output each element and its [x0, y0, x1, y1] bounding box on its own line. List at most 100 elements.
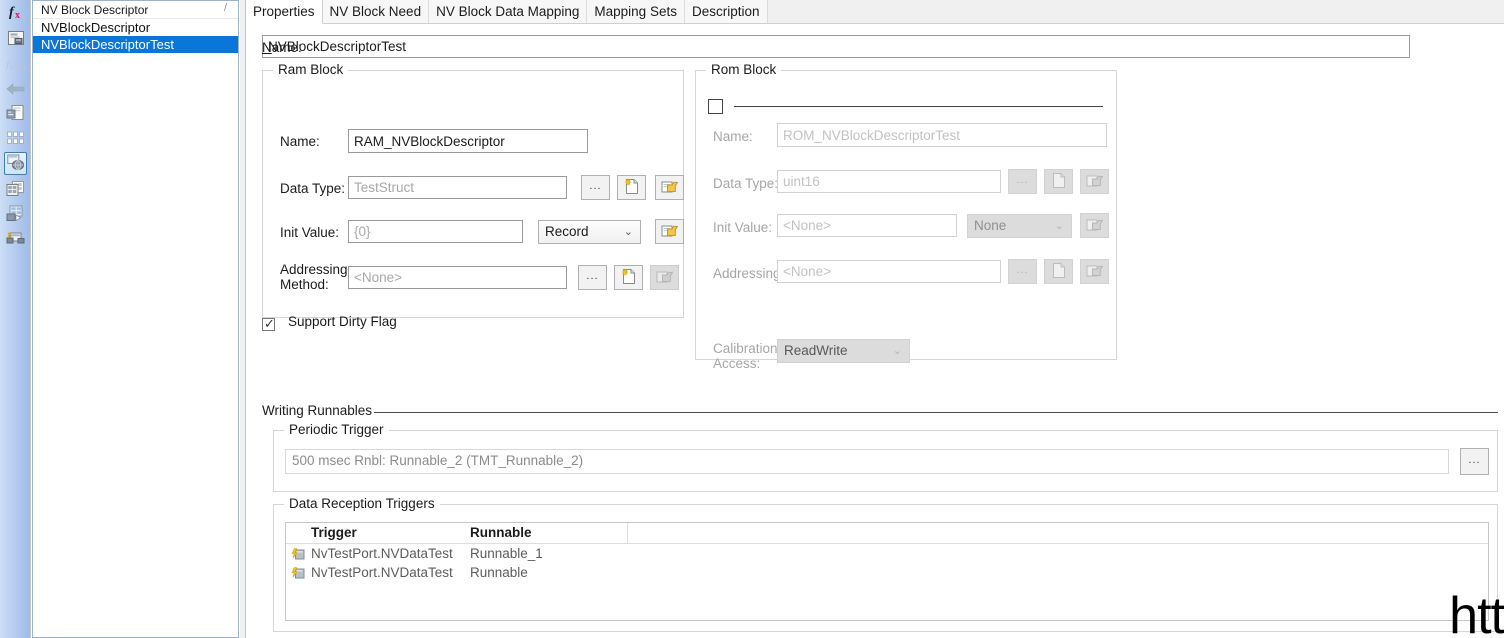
ram-data-type-browse-button[interactable]: ...	[581, 175, 610, 200]
toolbar-button-document-export[interactable]	[4, 103, 27, 126]
support-dirty-flag-checkbox[interactable]: ✓	[262, 316, 275, 331]
rom-init-value-input	[777, 214, 957, 237]
rom-data-type-label: Data Type:	[713, 176, 779, 191]
chevron-down-icon: ⌄	[892, 345, 902, 357]
chevron-down-icon: ⌄	[623, 226, 633, 238]
open-folder-icon	[656, 269, 674, 287]
open-folder-icon	[661, 223, 679, 241]
list-header: NV Block Descriptor /	[33, 1, 238, 19]
writing-runnables-divider	[374, 412, 1498, 413]
ram-addressing-new-button[interactable]	[614, 265, 643, 290]
svg-text:x: x	[9, 63, 13, 72]
rom-calibration-access-text: ReadWrite	[784, 343, 848, 358]
rom-init-value-kind-text: None	[974, 218, 1007, 233]
ram-addressing-open-button	[650, 265, 679, 290]
table-copy-icon	[6, 180, 25, 200]
rom-init-value-open-button	[1080, 213, 1109, 238]
chevron-down-icon: ⌄	[1054, 220, 1064, 232]
ram-addressing-method-input[interactable]	[348, 266, 567, 289]
toolbar-button-table-copy[interactable]	[4, 178, 27, 201]
panel-splitter[interactable]	[239, 0, 246, 638]
toolbar-button-device-connect[interactable]	[4, 228, 27, 251]
column-divider[interactable]	[627, 523, 628, 543]
toolbar-button-table-play[interactable]	[4, 203, 27, 226]
list-item-nvblockdescriptor[interactable]: NVBlockDescriptor	[33, 19, 238, 36]
new-document-icon	[1051, 262, 1067, 282]
list-header-marker-icon: /	[224, 2, 228, 14]
properties-form: Name: Ram Block Name: Data Type: ...	[246, 24, 1504, 638]
trigger-event-icon	[291, 566, 305, 579]
list-item-nvblockdescriptortest[interactable]: NVBlockDescriptorTest	[33, 36, 238, 53]
toolbar-button-function-fx[interactable]: f x	[4, 2, 27, 25]
svg-text:x: x	[15, 10, 20, 21]
ram-init-value-open-button[interactable]	[655, 219, 684, 244]
ram-init-value-input[interactable]	[348, 220, 523, 243]
open-folder-icon	[661, 179, 679, 197]
document-export-icon	[6, 104, 25, 125]
function-chain-icon: f x o f x	[5, 56, 27, 75]
arrow-left-icon	[6, 82, 26, 99]
tab-properties[interactable]: Properties	[246, 0, 323, 24]
table-row[interactable]: NvTestPort.NVDataTest Runnable_1	[286, 544, 1488, 563]
list-header-label: NV Block Descriptor	[41, 3, 149, 17]
toolbar-button-nv-block-descriptor[interactable]	[4, 152, 27, 175]
ram-data-type-open-button[interactable]	[655, 175, 684, 200]
rom-addressing-method-input	[777, 260, 1001, 283]
rom-block-group: Rom Block Name: Data Type: ...	[695, 62, 1117, 371]
toolbar-button-grid-dots[interactable]	[4, 128, 27, 151]
ram-data-type-new-button[interactable]	[617, 175, 646, 200]
rom-block-title: Rom Block	[706, 62, 782, 77]
writing-runnables-title: Writing Runnables	[262, 403, 373, 418]
nv-block-descriptor-list-panel: NV Block Descriptor / NVBlockDescriptor …	[32, 0, 239, 638]
data-reception-triggers-title: Data Reception Triggers	[284, 496, 440, 511]
ram-addressing-browse-button[interactable]: ...	[578, 265, 607, 290]
rom-init-value-label: Init Value:	[713, 220, 773, 235]
rom-block-enable-checkbox[interactable]	[708, 99, 723, 114]
ram-init-value-kind-text: Record	[545, 224, 589, 239]
checkmark-icon: ✓	[264, 316, 275, 331]
ram-data-type-input[interactable]	[348, 176, 567, 199]
new-document-icon	[621, 267, 637, 288]
tab-nv-block-data-mapping[interactable]: NV Block Data Mapping	[429, 0, 588, 23]
support-dirty-flag-label: Support Dirty Flag	[288, 314, 397, 329]
data-reception-triggers-group: Data Reception Triggers Trigger Runnable	[273, 496, 1498, 632]
tab-strip: Properties NV Block Need NV Block Data M…	[246, 0, 1504, 24]
periodic-trigger-browse-button[interactable]: ...	[1460, 448, 1489, 475]
open-folder-icon	[1086, 263, 1104, 281]
grid-dots-icon	[6, 130, 26, 149]
device-connect-icon	[6, 230, 26, 249]
column-header-trigger[interactable]: Trigger	[311, 525, 357, 540]
open-folder-icon	[1086, 173, 1104, 191]
tab-description[interactable]: Description	[684, 0, 768, 23]
rom-init-value-kind-combo: None ⌄	[967, 214, 1072, 238]
ram-init-value-kind-combo[interactable]: Record ⌄	[538, 220, 641, 244]
watermark-text: htt	[1449, 587, 1504, 638]
ram-name-label: Name:	[280, 134, 320, 149]
properties-content-area: Properties NV Block Need NV Block Data M…	[246, 0, 1504, 638]
toolbar-button-component[interactable]	[4, 28, 27, 51]
table-row[interactable]: NvTestPort.NVDataTest Runnable	[286, 563, 1488, 582]
table-header-row: Trigger Runnable	[286, 523, 1488, 544]
toolbar-button-back[interactable]	[4, 79, 27, 102]
ram-block-group: Ram Block Name: Data Type: ...	[262, 62, 684, 318]
ram-name-input[interactable]	[348, 129, 588, 153]
name-input[interactable]	[262, 35, 1410, 58]
rom-data-type-new-button	[1044, 169, 1073, 194]
table-play-icon	[6, 205, 25, 225]
ram-data-type-label: Data Type:	[280, 181, 346, 196]
rom-data-type-open-button	[1080, 169, 1109, 194]
rom-name-input	[777, 123, 1107, 147]
toolbar-button-function-chain[interactable]: f x o f x	[4, 54, 27, 77]
periodic-trigger-group: Periodic Trigger 500 msec Rnbl: Runnable…	[273, 422, 1498, 492]
cell-trigger: NvTestPort.NVDataTest	[311, 546, 453, 561]
data-reception-triggers-table: Trigger Runnable NvTestPort.NVDataTest R…	[285, 522, 1489, 621]
function-fx-icon: f x	[6, 2, 26, 25]
column-header-runnable[interactable]: Runnable	[470, 525, 532, 540]
periodic-trigger-title: Periodic Trigger	[284, 422, 389, 437]
tab-nv-block-need[interactable]: NV Block Need	[322, 0, 430, 23]
rom-addressing-method-label: Addressing	[713, 266, 781, 281]
periodic-trigger-value[interactable]: 500 msec Rnbl: Runnable_2 (TMT_Runnable_…	[285, 449, 1449, 474]
rom-block-header-divider	[734, 106, 1103, 107]
tab-mapping-sets[interactable]: Mapping Sets	[587, 0, 685, 23]
component-icon	[7, 29, 25, 50]
